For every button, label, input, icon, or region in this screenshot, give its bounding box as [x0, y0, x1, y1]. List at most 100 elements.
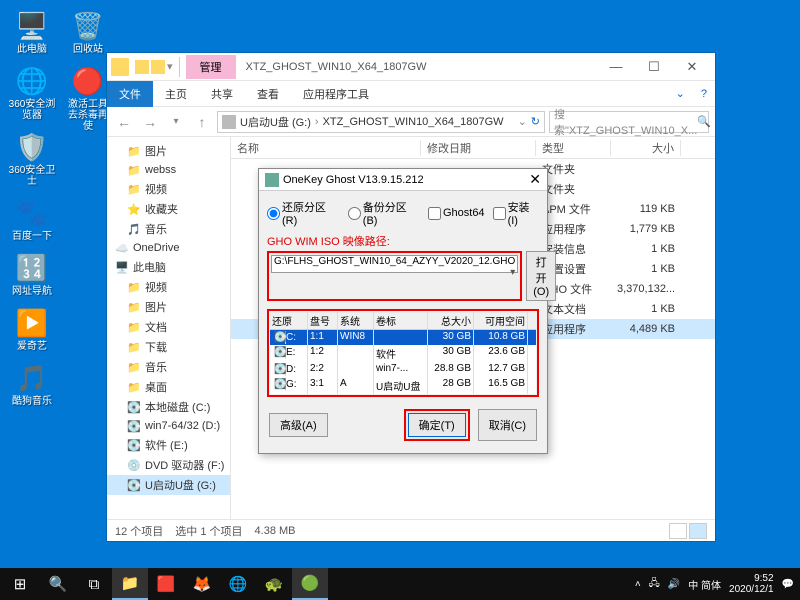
ribbon-tabs: 文件 主页 共享 查看 应用程序工具 ⌄ ?	[107, 81, 715, 107]
chevron-down-icon[interactable]: ⌄	[518, 115, 527, 128]
drive-icon	[222, 115, 236, 129]
mode-radios: 还原分区(R) 备份分区(B) Ghost64 安装(I)	[267, 199, 539, 227]
cancel-button[interactable]: 取消(C)	[478, 409, 537, 441]
partition-table[interactable]: 还原 盘号 系统 卷标 总大小 可用空间 💽C:1:1WIN830 GB10.8…	[270, 312, 536, 394]
ime-indicator[interactable]: 中 简体	[688, 577, 721, 592]
taskbar[interactable]: ⊞ 🔍 ⧉ 📁 🟥 🦊 🌐 🐢 🟢 ˄ 🖧 🔊 中 简体 9:52 2020/1…	[0, 568, 800, 600]
nav-item[interactable]: ⭐收藏夹	[107, 199, 230, 219]
radio-restore[interactable]: 还原分区(R)	[267, 199, 340, 227]
partition-table-highlight: 还原 盘号 系统 卷标 总大小 可用空间 💽C:1:1WIN830 GB10.8…	[267, 309, 539, 397]
ribbon-tab-apptools[interactable]: 应用程序工具	[291, 81, 381, 107]
partition-row[interactable]: 💽C:1:1WIN830 GB10.8 GB	[270, 330, 536, 345]
app-icon	[265, 173, 279, 187]
desktop-icon[interactable]: 🔢网址导航	[8, 250, 56, 297]
column-headers[interactable]: 名称 修改日期 类型 大小	[231, 137, 715, 159]
search-input[interactable]: 搜索"XTZ_GHOST_WIN10_X... 🔍	[549, 111, 709, 133]
image-path-combo[interactable]: G:\FLHS_GHOST_WIN10_64_AZYY_V2020_12.GHO…	[271, 255, 518, 273]
system-tray[interactable]: ˄ 🖧 🔊 中 简体 9:52 2020/12/1 💬	[635, 573, 800, 595]
address-bar: ← → ▾ ↑ U启动U盘 (G:) › XTZ_GHOST_WIN10_X64…	[107, 107, 715, 137]
breadcrumb[interactable]: U启动U盘 (G:) › XTZ_GHOST_WIN10_X64_1807GW …	[217, 111, 545, 133]
radio-backup[interactable]: 备份分区(B)	[348, 199, 420, 227]
help-icon[interactable]: ?	[693, 88, 715, 100]
folder-icon	[111, 58, 129, 76]
close-icon[interactable]: ✕	[529, 171, 541, 188]
large-icons-view-icon[interactable]	[689, 523, 707, 539]
taskbar-app[interactable]: 🌐	[220, 568, 256, 600]
network-icon[interactable]: 🖧	[649, 576, 660, 593]
image-path-label: GHO WIM ISO 映像路径:	[267, 233, 539, 249]
onekey-ghost-dialog: OneKey Ghost V13.9.15.212 ✕ 还原分区(R) 备份分区…	[258, 168, 548, 454]
minimize-button[interactable]: —	[597, 56, 635, 78]
nav-item[interactable]: 📁图片	[107, 141, 230, 161]
nav-item[interactable]: ☁️OneDrive	[107, 239, 230, 257]
nav-item[interactable]: 💿DVD 驱动器 (F:)	[107, 455, 230, 475]
desktop-icon[interactable]: 🖥️此电脑	[8, 8, 56, 55]
ribbon-expand-icon[interactable]: ⌄	[668, 87, 693, 100]
nav-item[interactable]: 📁视频	[107, 277, 230, 297]
explorer-titlebar[interactable]: ▾ 管理 XTZ_GHOST_WIN10_X64_1807GW — ☐ ✕	[107, 53, 715, 81]
nav-item[interactable]: 📁桌面	[107, 377, 230, 397]
nav-item[interactable]: 💽本地磁盘 (C:)	[107, 397, 230, 417]
ribbon-file[interactable]: 文件	[107, 81, 153, 107]
nav-item[interactable]: 📁视频	[107, 179, 230, 199]
open-button[interactable]: 打开(O)	[526, 251, 556, 301]
taskbar-app[interactable]: 🦊	[184, 568, 220, 600]
ribbon-tab-home[interactable]: 主页	[153, 81, 199, 107]
dialog-titlebar[interactable]: OneKey Ghost V13.9.15.212 ✕	[259, 169, 547, 191]
desktop-icon[interactable]: 🗑️回收站	[64, 8, 112, 55]
nav-item[interactable]: 🎵音乐	[107, 219, 230, 239]
ribbon-tab-share[interactable]: 共享	[199, 81, 245, 107]
refresh-icon[interactable]: ↻	[531, 115, 540, 128]
navigation-pane[interactable]: 📁图片📁webss📁视频⭐收藏夹🎵音乐☁️OneDrive🖥️此电脑📁视频📁图片…	[107, 137, 231, 519]
chevron-down-icon[interactable]: ▾	[510, 267, 515, 278]
qat-dropdown[interactable]: ▾	[167, 60, 173, 73]
notifications-icon[interactable]: 💬	[782, 579, 794, 590]
desktop-icons-col2: 🗑️回收站 🔴激活工具去杀毒再使	[64, 8, 112, 132]
checkbox-install[interactable]: 安装(I)	[493, 199, 539, 227]
nav-item[interactable]: 📁音乐	[107, 357, 230, 377]
context-tab-manage[interactable]: 管理	[186, 55, 236, 79]
taskbar-app[interactable]: 🟥	[148, 568, 184, 600]
details-view-icon[interactable]	[669, 523, 687, 539]
back-button[interactable]: ←	[113, 111, 135, 133]
desktop-icon[interactable]: 🛡️360安全卫士	[8, 129, 56, 187]
nav-item[interactable]: 💽win7-64/32 (D:)	[107, 417, 230, 435]
taskbar-app-explorer[interactable]: 📁	[112, 568, 148, 600]
nav-item[interactable]: 🖥️此电脑	[107, 257, 230, 277]
taskbar-app-onekey[interactable]: 🟢	[292, 568, 328, 600]
nav-item[interactable]: 📁下载	[107, 337, 230, 357]
history-dropdown[interactable]: ▾	[165, 111, 187, 133]
ribbon-tab-view[interactable]: 查看	[245, 81, 291, 107]
clock[interactable]: 9:52 2020/12/1	[729, 573, 774, 595]
up-button[interactable]: ↑	[191, 111, 213, 133]
nav-item[interactable]: 📁webss	[107, 161, 230, 179]
nav-item[interactable]: 📁文档	[107, 317, 230, 337]
partition-row[interactable]: 💽E:1:2软件30 GB23.6 GB	[270, 345, 536, 362]
nav-item[interactable]: 💽软件 (E:)	[107, 435, 230, 455]
volume-icon[interactable]: 🔊	[668, 579, 680, 590]
nav-item[interactable]: 📁图片	[107, 297, 230, 317]
maximize-button[interactable]: ☐	[635, 56, 673, 78]
forward-button[interactable]: →	[139, 111, 161, 133]
taskbar-app[interactable]: 🐢	[256, 568, 292, 600]
desktop-icon[interactable]: ▶️爱奇艺	[8, 305, 56, 352]
task-view-icon[interactable]: ⧉	[76, 568, 112, 600]
checkbox-ghost64[interactable]: Ghost64	[428, 207, 485, 220]
start-button[interactable]: ⊞	[0, 568, 40, 600]
close-button[interactable]: ✕	[673, 56, 711, 78]
ok-button[interactable]: 确定(T)	[408, 413, 466, 437]
search-icon[interactable]: 🔍	[40, 568, 76, 600]
desktop-icon[interactable]: 🎵酷狗音乐	[8, 360, 56, 407]
desktop-icons-col1: 🖥️此电脑 🌐360安全浏览器 🛡️360安全卫士 🐾百度一下 🔢网址导航 ▶️爱奇艺 🎵酷…	[8, 8, 56, 407]
desktop-icon[interactable]: 🌐360安全浏览器	[8, 63, 56, 121]
advanced-button[interactable]: 高级(A)	[269, 413, 328, 437]
folder-icon	[135, 60, 149, 74]
desktop-icon[interactable]: 🐾百度一下	[8, 195, 56, 242]
window-title: XTZ_GHOST_WIN10_X64_1807GW	[246, 61, 597, 73]
nav-item[interactable]: 💽U启动U盘 (G:)	[107, 475, 230, 495]
partition-row[interactable]: 💽G:3:1AU启动U盘28 GB16.5 GB	[270, 377, 536, 394]
desktop-icon[interactable]: 🔴激活工具去杀毒再使	[64, 63, 112, 132]
partition-row[interactable]: 💽D:2:2win7-...28.8 GB12.7 GB	[270, 362, 536, 377]
tray-chevron-icon[interactable]: ˄	[635, 579, 641, 590]
image-path-highlight: G:\FLHS_GHOST_WIN10_64_AZYY_V2020_12.GHO…	[267, 251, 522, 301]
